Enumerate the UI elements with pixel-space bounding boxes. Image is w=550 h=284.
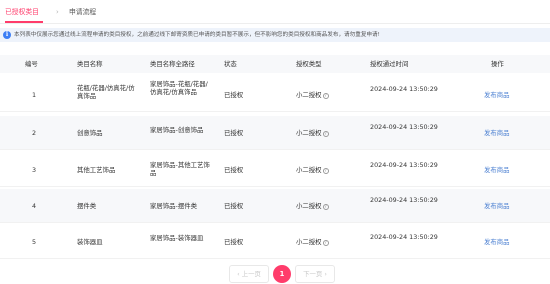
active-tab-indicator (5, 21, 43, 23)
column-header-status: 状态 (224, 60, 237, 68)
help-icon[interactable]: ? (322, 93, 329, 99)
publish-item-link[interactable]: 发布商品 (484, 202, 510, 210)
row-category-name: 花瓶/花器/仿真花/仿真饰品 (77, 84, 135, 100)
row-category-name: 装饰器皿 (77, 238, 103, 246)
column-header-category-path: 类目名称全路径 (150, 60, 195, 68)
column-header-auth-time: 授权通过时间 (370, 60, 409, 68)
help-icon[interactable]: ? (322, 168, 329, 174)
publish-item-link[interactable]: 发布商品 (484, 166, 510, 174)
row-category-name: 摆件类 (77, 202, 97, 210)
row-auth-type: 小二授权? (296, 202, 329, 210)
table-row: 2 创意饰品 家居饰品-创意饰品 已授权 小二授权? 2024-09-24 13… (0, 116, 550, 150)
info-icon: i (3, 31, 11, 39)
row-auth-time: 2024-09-24 13:50:29 (370, 123, 438, 131)
row-auth-type: 小二授权? (296, 238, 329, 246)
row-auth-type: 小二授权? (296, 129, 329, 137)
row-category-path: 家居饰品-花瓶/花器/仿真花/仿真饰品 (150, 80, 208, 96)
help-icon[interactable]: ? (322, 204, 329, 210)
page-number-current[interactable]: 1 (273, 265, 291, 283)
row-auth-time: 2024-09-24 13:50:29 (370, 196, 438, 204)
row-category-name: 创意饰品 (77, 129, 103, 137)
row-index: 4 (31, 202, 37, 210)
row-category-path: 家居饰品-其他工艺饰品 (150, 161, 210, 177)
row-status: 已授权 (224, 238, 244, 246)
column-header-auth-type: 授权类型 (296, 60, 322, 68)
table-row: 5 装饰器皿 家居饰品-装饰器皿 已授权 小二授权? 2024-09-24 13… (0, 225, 550, 259)
prev-page-button[interactable]: ‹ 上一页 (229, 265, 269, 283)
column-header-index: 编号 (25, 60, 38, 68)
row-auth-time: 2024-09-24 13:50:29 (370, 161, 438, 169)
row-auth-time: 2024-09-24 13:50:29 (370, 85, 438, 93)
row-index: 2 (31, 129, 37, 137)
auth-type-label: 小二授权 (296, 166, 322, 174)
row-category-path: 家居饰品-摆件类 (150, 202, 198, 210)
row-auth-type: 小二授权? (296, 91, 329, 99)
tab-application-process[interactable]: 申请流程 (69, 7, 96, 17)
table-row: 1 花瓶/花器/仿真花/仿真饰品 家居饰品-花瓶/花器/仿真花/仿真饰品 已授权… (0, 78, 550, 112)
tab-authorized-categories[interactable]: 已授权类目 (5, 7, 39, 17)
auth-type-label: 小二授权 (296, 91, 322, 99)
row-status: 已授权 (224, 166, 244, 174)
row-index: 3 (31, 166, 37, 174)
row-category-path: 家居饰品-装饰器皿 (150, 234, 204, 242)
tab-separator: › (56, 8, 59, 16)
publish-item-link[interactable]: 发布商品 (484, 129, 510, 137)
row-index: 5 (31, 238, 37, 246)
notice-banner: i 本列表中仅展示您通过线上流程申请的类目授权，之前通过线下邮寄资质已申请的类目… (0, 28, 550, 42)
row-category-name: 其他工艺饰品 (77, 166, 116, 174)
auth-type-label: 小二授权 (296, 238, 322, 246)
help-icon[interactable]: ? (322, 131, 329, 137)
notice-text: 本列表中仅展示您通过线上流程申请的类目授权，之前通过线下邮寄资质已申请的类目暂不… (14, 32, 380, 38)
tab-bar: 已授权类目 › 申请流程 (0, 0, 550, 24)
publish-item-link[interactable]: 发布商品 (484, 238, 510, 246)
column-header-category-name: 类目名称 (77, 60, 103, 68)
row-auth-type: 小二授权? (296, 166, 329, 174)
table-row: 4 摆件类 家居饰品-摆件类 已授权 小二授权? 2024-09-24 13:5… (0, 189, 550, 223)
auth-type-label: 小二授权 (296, 129, 322, 137)
next-page-button[interactable]: 下一页 › (295, 265, 335, 283)
column-header-action: 操作 (491, 60, 504, 68)
publish-item-link[interactable]: 发布商品 (484, 91, 510, 99)
row-auth-time: 2024-09-24 13:50:29 (370, 233, 438, 241)
help-icon[interactable]: ? (322, 240, 329, 246)
row-status: 已授权 (224, 91, 244, 99)
table-row: 3 其他工艺饰品 家居饰品-其他工艺饰品 已授权 小二授权? 2024-09-2… (0, 153, 550, 187)
row-status: 已授权 (224, 202, 244, 210)
table-header: 编号 类目名称 类目名称全路径 状态 授权类型 授权通过时间 操作 (0, 55, 550, 73)
row-category-path: 家居饰品-创意饰品 (150, 126, 204, 134)
row-index: 1 (31, 91, 37, 99)
auth-type-label: 小二授权 (296, 202, 322, 210)
row-status: 已授权 (224, 129, 244, 137)
